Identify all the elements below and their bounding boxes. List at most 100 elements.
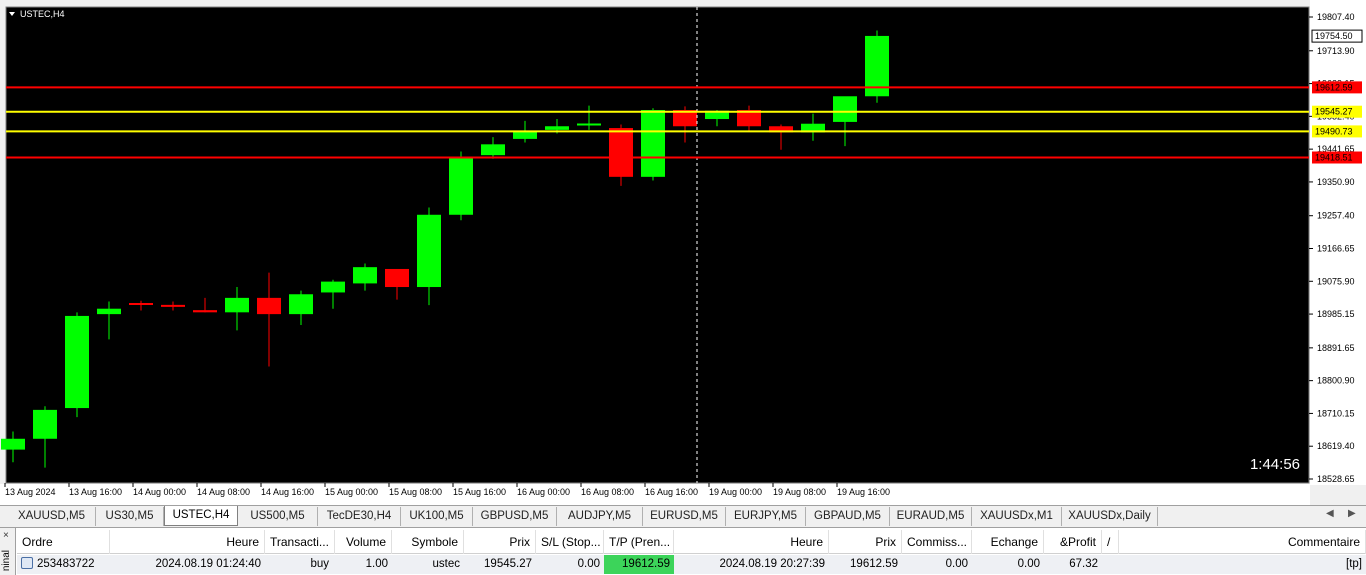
level-price-label: 19612.59	[1315, 82, 1353, 92]
candle-body	[609, 128, 633, 177]
level-price-label: 19418.51	[1315, 153, 1353, 163]
price-tick-label: 19807.40	[1317, 12, 1355, 22]
chart-tab-uk100-m5[interactable]: UK100,M5	[401, 507, 473, 526]
table-row[interactable]: 253483722 2024.08.19 01:24:40 buy 1.00 ustec…	[17, 555, 1366, 574]
tab-scroll-right-icon[interactable]: ▶	[1348, 508, 1356, 519]
chart-tab-xauusdx-daily[interactable]: XAUUSDx,Daily	[1062, 507, 1158, 526]
bar-countdown-timer: 1:44:56	[1250, 456, 1300, 473]
time-tick-label: 15 Aug 00:00	[325, 487, 378, 497]
chart-tab-eurjpy-m5[interactable]: EURJPY,M5	[726, 507, 806, 526]
current-price-label: 19754.50	[1315, 31, 1353, 41]
cell-volume: 1.00	[365, 558, 388, 570]
cell-type: buy	[310, 558, 329, 570]
candle-body	[225, 297, 249, 313]
column-header[interactable]: T/P (Pren...	[604, 530, 674, 554]
chart-tab-eurusd-m5[interactable]: EURUSD,M5	[643, 507, 726, 526]
trading-terminal-window: USTEC,H419807.4019713.9019623.1519532.40…	[0, 0, 1366, 575]
time-tick-label: 19 Aug 00:00	[709, 487, 762, 497]
price-tick-label: 18619.40	[1317, 441, 1355, 451]
close-icon[interactable]: ×	[3, 530, 9, 541]
chart-tab-us500-m5[interactable]: US500,M5	[238, 507, 318, 526]
time-tick-label: 15 Aug 08:00	[389, 487, 442, 497]
level-price-label: 19545.27	[1315, 107, 1353, 117]
candle-body	[481, 144, 505, 156]
plot-area[interactable]	[5, 6, 1310, 484]
terminal-vertical-label: ninal	[1, 550, 12, 572]
time-tick-label: 14 Aug 08:00	[197, 487, 250, 497]
chart-window[interactable]: USTEC,H419807.4019713.9019623.1519532.40…	[0, 0, 1366, 505]
time-tick-label: 13 Aug 16:00	[69, 487, 122, 497]
price-tick-label: 18528.65	[1317, 474, 1355, 484]
time-tick-label: 14 Aug 00:00	[133, 487, 186, 497]
candle-body	[417, 214, 441, 288]
price-tick-label: 19713.90	[1317, 46, 1355, 56]
candle-body	[545, 126, 569, 130]
time-tick-label: 15 Aug 16:00	[453, 487, 506, 497]
candle-body	[353, 267, 377, 284]
time-tick-label: 16 Aug 16:00	[645, 487, 698, 497]
chart-tab-tecde30-h4[interactable]: TecDE30,H4	[318, 507, 401, 526]
column-header[interactable]: Symbole	[392, 530, 464, 554]
cell-commission: 0.00	[945, 558, 968, 570]
column-header[interactable]: Commentaire	[1119, 530, 1366, 554]
time-tick-label: 19 Aug 16:00	[837, 487, 890, 497]
level-price-label: 19490.73	[1315, 126, 1353, 136]
price-tick-label: 19166.65	[1317, 243, 1355, 253]
candle-body	[289, 294, 313, 315]
candlestick-chart[interactable]: USTEC,H419807.4019713.9019623.1519532.40…	[0, 0, 1366, 505]
column-header[interactable]: Echange	[972, 530, 1044, 554]
time-tick-label: 14 Aug 16:00	[261, 487, 314, 497]
column-header[interactable]: Ordre	[17, 530, 110, 554]
chart-tab-xauusdx-m1[interactable]: XAUUSDx,M1	[972, 507, 1062, 526]
time-tick-label: 13 Aug 2024	[5, 487, 56, 497]
price-tick-label: 18985.15	[1317, 309, 1355, 319]
column-header[interactable]: Transacti...	[265, 530, 335, 554]
chart-tab-ustec-h4[interactable]: USTEC,H4	[164, 506, 238, 526]
candle-body	[1, 438, 25, 450]
cell-comment: [tp]	[1346, 558, 1362, 570]
candle-body	[65, 315, 89, 409]
cell-time: 2024.08.19 01:24:40	[155, 558, 261, 570]
candle-body	[385, 268, 409, 288]
cell-tp: 19612.59	[604, 555, 674, 574]
candle-body	[321, 281, 345, 293]
time-tick-label: 19 Aug 08:00	[773, 487, 826, 497]
price-tick-label: 19350.90	[1317, 177, 1355, 187]
cell-price: 19545.27	[484, 558, 532, 570]
column-header[interactable]: Prix	[829, 530, 902, 554]
order-ticket-icon	[21, 557, 33, 569]
cell-close-time: 2024.08.19 20:27:39	[719, 558, 825, 570]
chart-tab-audjpy-m5[interactable]: AUDJPY,M5	[557, 507, 643, 526]
terminal-panel: × ninal Ordre Heure Transacti... Volume Symb…	[0, 527, 1366, 575]
cell-order: 253483722	[17, 555, 110, 574]
column-header[interactable]: &Profit	[1044, 530, 1102, 554]
chart-tab-gbpaud-m5[interactable]: GBPAUD,M5	[806, 507, 890, 526]
chart-tab-xauusd-m5[interactable]: XAUUSD,M5	[8, 507, 96, 526]
price-tick-label: 18891.65	[1317, 343, 1355, 353]
price-tick-label: 18800.90	[1317, 376, 1355, 386]
candle-body	[833, 96, 857, 122]
column-header[interactable]: Heure	[110, 530, 265, 554]
chart-tabs-bar: XAUUSD,M5 US30,M5 USTEC,H4 US500,M5 TecDE30,…	[0, 505, 1366, 526]
column-header[interactable]: Volume	[335, 530, 392, 554]
candle-body	[193, 310, 217, 313]
chart-symbol-label: USTEC,H4	[20, 9, 65, 19]
candle-body	[33, 409, 57, 439]
price-tick-label: 19075.90	[1317, 276, 1355, 286]
tab-scroll-left-icon[interactable]: ◀	[1326, 508, 1334, 519]
chart-tab-euraud-m5[interactable]: EURAUD,M5	[890, 507, 972, 526]
column-header[interactable]: Prix	[464, 530, 536, 554]
column-header[interactable]: S/L (Stop...	[536, 530, 604, 554]
candle-body	[449, 156, 473, 215]
column-header[interactable]: /	[1102, 530, 1119, 554]
column-header[interactable]: Heure	[674, 530, 829, 554]
chart-tab-gbpusd-m5[interactable]: GBPUSD,M5	[473, 507, 557, 526]
cell-symbol: ustec	[432, 558, 461, 570]
chart-tab-us30-m5[interactable]: US30,M5	[96, 507, 164, 526]
history-table-header: Ordre Heure Transacti... Volume Symbole Prix S…	[17, 530, 1366, 554]
candle-body	[257, 297, 281, 315]
cell-profit: 67.32	[1069, 558, 1098, 570]
column-header[interactable]: Commiss...	[902, 530, 972, 554]
time-tick-label: 16 Aug 08:00	[581, 487, 634, 497]
candle-body	[97, 308, 121, 315]
